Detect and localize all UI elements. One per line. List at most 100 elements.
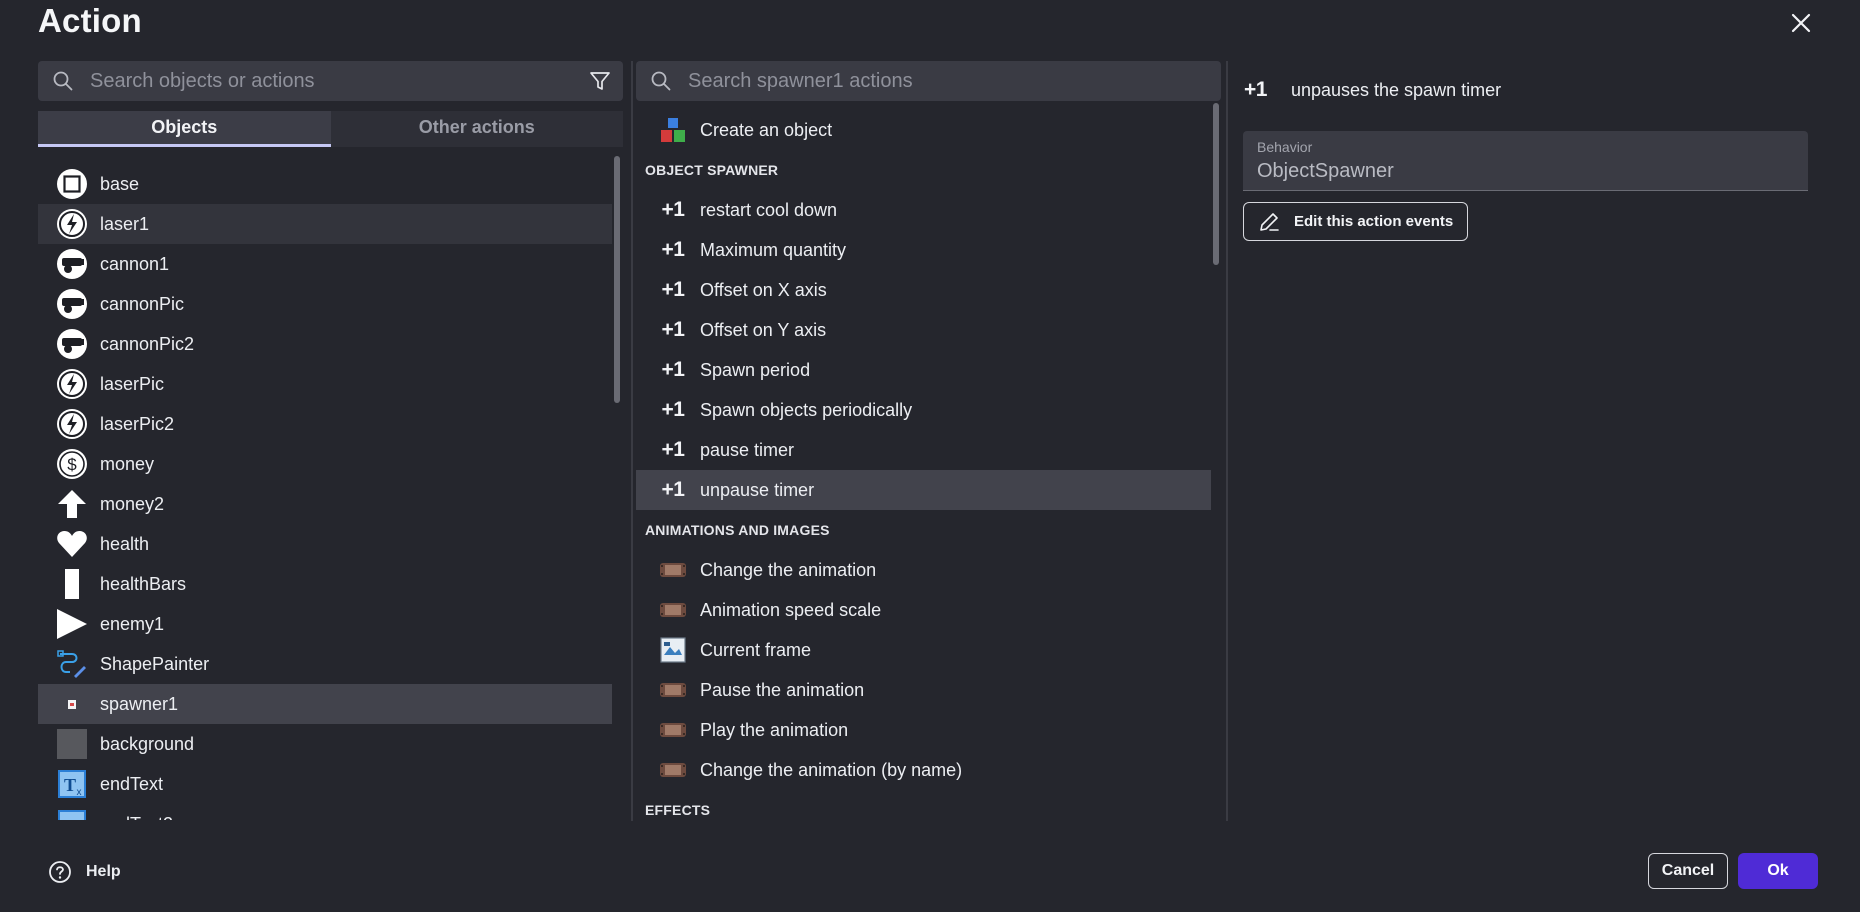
tab-objects[interactable]: Objects <box>38 111 331 147</box>
action-item[interactable]: +1 pause timer <box>636 430 1211 470</box>
list-item[interactable]: cannon1 <box>38 244 612 284</box>
plus-one-icon: +1 <box>661 238 685 261</box>
objects-list: base laser1 cannon1 cannonPic cannonPic2… <box>38 164 612 820</box>
column-divider <box>1226 61 1228 821</box>
objects-search-input[interactable] <box>90 61 587 101</box>
actions-scrollbar[interactable] <box>1213 103 1219 265</box>
list-item[interactable]: enemy1 <box>38 604 612 644</box>
svg-text:T: T <box>64 775 76 795</box>
film-strip-icon <box>658 595 688 625</box>
action-summary: +1 unpauses the spawn timer <box>1244 78 1501 102</box>
list-item[interactable]: laserPic <box>38 364 612 404</box>
action-item[interactable]: Play the animation <box>636 710 1211 750</box>
spawner-icon <box>56 688 88 720</box>
list-item[interactable]: spawner1 <box>38 684 612 724</box>
heart-icon <box>56 528 88 560</box>
square-icon <box>56 168 88 200</box>
create-object-item[interactable]: Create an object <box>636 110 1211 150</box>
plus-one-icon: +1 <box>1244 78 1267 101</box>
tab-other-actions[interactable]: Other actions <box>331 111 624 147</box>
action-item[interactable]: +1 Maximum quantity <box>636 230 1211 270</box>
list-item[interactable]: laser1 <box>38 204 612 244</box>
close-icon <box>1791 13 1811 33</box>
create-object-icon <box>658 115 688 145</box>
list-item[interactable]: cannonPic <box>38 284 612 324</box>
plus-one-icon: +1 <box>661 198 685 221</box>
list-item[interactable]: laserPic2 <box>38 404 612 444</box>
behavior-field[interactable]: Behavior ObjectSpawner <box>1243 131 1808 191</box>
gray-square-icon <box>56 728 88 760</box>
action-item[interactable]: Animation speed scale <box>636 590 1211 630</box>
list-item[interactable]: background <box>38 724 612 764</box>
list-item[interactable]: base <box>38 164 612 204</box>
action-item[interactable]: +1 Spawn period <box>636 350 1211 390</box>
search-icon <box>52 70 74 92</box>
filter-icon[interactable] <box>587 68 613 94</box>
help-icon <box>48 860 72 884</box>
help-label: Help <box>86 863 121 880</box>
section-header: EFFECTS <box>645 802 711 818</box>
plus-one-icon: +1 <box>661 278 685 301</box>
dollar-icon: $ <box>56 448 88 480</box>
action-item[interactable]: Current frame <box>636 630 1211 670</box>
search-icon <box>650 70 672 92</box>
list-item[interactable]: ShapePainter <box>38 644 612 684</box>
cancel-button[interactable]: Cancel <box>1648 853 1728 889</box>
action-dialog: Action Objects Other actions base laser1… <box>0 0 1860 912</box>
actions-search-input[interactable] <box>688 61 1221 101</box>
cannon-icon <box>56 328 88 360</box>
list-item[interactable]: endText2 <box>38 804 612 820</box>
action-item[interactable]: +1 Offset on Y axis <box>636 310 1211 350</box>
arrow-up-icon <box>56 488 88 520</box>
cannon-icon <box>56 288 88 320</box>
pencil-icon <box>1258 211 1280 233</box>
plus-one-icon: +1 <box>661 478 685 501</box>
edit-action-events-button[interactable]: Edit this action events <box>1243 202 1468 241</box>
action-description: unpauses the spawn timer <box>1290 79 1502 100</box>
lightning-icon <box>56 368 88 400</box>
plus-one-icon: +1 <box>661 438 685 461</box>
dialog-title: Action <box>38 2 142 39</box>
list-item[interactable]: money2 <box>38 484 612 524</box>
actions-list: Create an object OBJECT SPAWNER +1 restar… <box>636 110 1211 822</box>
bar-icon <box>56 568 88 600</box>
cannon-icon <box>56 248 88 280</box>
objects-search-box <box>38 61 623 101</box>
plus-one-icon: +1 <box>661 358 685 381</box>
help-button[interactable]: Help <box>48 860 121 884</box>
text-object-icon: Tx <box>56 768 88 800</box>
section-header: ANIMATIONS AND IMAGES <box>645 522 830 538</box>
behavior-field-label: Behavior <box>1257 139 1313 155</box>
behavior-field-value: ObjectSpawner <box>1257 160 1394 182</box>
column-divider <box>631 61 633 821</box>
action-item[interactable]: +1 restart cool down <box>636 190 1211 230</box>
lightning-icon <box>56 208 88 240</box>
plus-one-icon: +1 <box>661 398 685 421</box>
action-item-selected[interactable]: +1 unpause timer <box>636 470 1211 510</box>
action-item[interactable]: +1 Spawn objects periodically <box>636 390 1211 430</box>
film-strip-icon <box>658 675 688 705</box>
film-strip-icon <box>658 755 688 785</box>
text-object-icon <box>56 808 88 820</box>
list-item[interactable]: health <box>38 524 612 564</box>
shape-painter-icon <box>56 648 88 680</box>
close-button[interactable] <box>1783 5 1819 41</box>
svg-text:x: x <box>77 787 82 798</box>
list-item[interactable]: healthBars <box>38 564 612 604</box>
list-item[interactable]: cannonPic2 <box>38 324 612 364</box>
action-item[interactable]: Change the animation <box>636 550 1211 590</box>
objects-scrollbar[interactable] <box>614 156 620 403</box>
action-item[interactable]: Change the animation (by name) <box>636 750 1211 790</box>
triangle-icon <box>56 608 88 640</box>
ok-button[interactable]: Ok <box>1738 853 1818 889</box>
object-tabs: Objects Other actions <box>38 111 623 147</box>
frame-image-icon <box>658 635 688 665</box>
film-strip-icon <box>658 715 688 745</box>
svg-text:$: $ <box>67 455 77 474</box>
list-item[interactable]: $ money <box>38 444 612 484</box>
actions-search-box <box>636 61 1221 101</box>
action-item[interactable]: Pause the animation <box>636 670 1211 710</box>
list-item[interactable]: Tx endText <box>38 764 612 804</box>
section-header: OBJECT SPAWNER <box>645 162 779 178</box>
action-item[interactable]: +1 Offset on X axis <box>636 270 1211 310</box>
